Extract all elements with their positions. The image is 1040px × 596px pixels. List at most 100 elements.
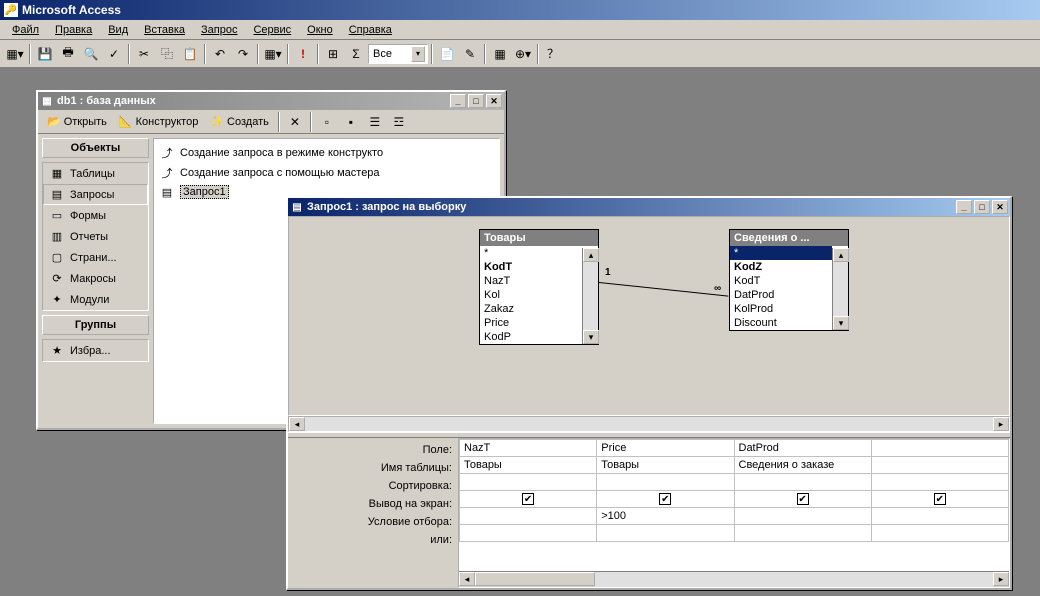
properties-button[interactable]: 📄 [436, 43, 458, 65]
groups-header[interactable]: Группы [42, 315, 149, 335]
scroll-up-icon[interactable]: ▴ [833, 248, 849, 262]
design-button[interactable]: 📐Конструктор [114, 112, 203, 131]
show-checkbox[interactable]: ✔ [522, 493, 534, 505]
menu-file[interactable]: Файл [6, 22, 45, 38]
grid-cell[interactable]: ✔ [597, 491, 734, 508]
grid-cell[interactable] [871, 457, 1008, 474]
field-item[interactable]: Zakaz [480, 302, 582, 316]
show-checkbox[interactable]: ✔ [797, 493, 809, 505]
query-type-button[interactable]: ▦▾ [262, 43, 284, 65]
save-button[interactable]: 💾 [34, 43, 56, 65]
sidebar-item-pages[interactable]: ▢Страни... [43, 247, 148, 268]
details-view-button[interactable]: ☲ [388, 111, 410, 133]
field-item[interactable]: * [480, 246, 582, 260]
sidebar-item-forms[interactable]: ▭Формы [43, 205, 148, 226]
grid-cell[interactable] [460, 508, 597, 525]
scroll-right-icon[interactable]: ▸ [993, 572, 1009, 586]
table-diagram-pane[interactable]: Товары * KodT NazT Kol Zakaz Price KodP … [288, 216, 1010, 416]
grid-cell[interactable]: NazT [460, 440, 597, 457]
grid-cell[interactable] [597, 525, 734, 542]
sidebar-item-favorites[interactable]: ★Избра... [43, 340, 148, 361]
small-icons-button[interactable]: ▪ [340, 111, 362, 133]
grid-cell[interactable] [871, 440, 1008, 457]
grid-cell[interactable]: ✔ [734, 491, 871, 508]
grid-cell[interactable] [871, 474, 1008, 491]
grid-cell[interactable] [734, 474, 871, 491]
field-item[interactable]: * [730, 246, 832, 260]
run-button[interactable]: ! [292, 43, 314, 65]
new-object-button[interactable]: ⊕▾ [512, 43, 534, 65]
field-item[interactable]: DatProd [730, 288, 832, 302]
sidebar-item-tables[interactable]: ▦Таблицы [43, 163, 148, 184]
undo-button[interactable]: ↶ [209, 43, 231, 65]
menu-tools[interactable]: Сервис [247, 22, 297, 38]
field-item[interactable]: NazT [480, 274, 582, 288]
scrollbar-horizontal[interactable]: ◂ ▸ [459, 571, 1009, 587]
scroll-up-icon[interactable]: ▴ [583, 248, 599, 262]
scrollbar-horizontal[interactable]: ◂ ▸ [288, 416, 1010, 432]
spelling-button[interactable]: ✓ [103, 43, 125, 65]
redo-button[interactable]: ↷ [232, 43, 254, 65]
sidebar-item-queries[interactable]: ▤Запросы [43, 184, 148, 205]
cut-button[interactable]: ✂ [133, 43, 155, 65]
menu-query[interactable]: Запрос [195, 22, 243, 38]
grid-cell[interactable]: Сведения о заказе [734, 457, 871, 474]
close-button[interactable]: ✕ [992, 200, 1008, 214]
scroll-left-icon[interactable]: ◂ [289, 417, 305, 431]
grid-cell[interactable] [734, 508, 871, 525]
print-preview-button[interactable]: 🔍 [80, 43, 102, 65]
query-window-titlebar[interactable]: ▤ Запрос1 : запрос на выборку _ □ ✕ [288, 198, 1010, 216]
show-table-button[interactable]: ⊞ [322, 43, 344, 65]
grid-cell[interactable]: Price [597, 440, 734, 457]
grid-cell[interactable] [871, 508, 1008, 525]
maximize-button[interactable]: □ [974, 200, 990, 214]
scroll-right-icon[interactable]: ▸ [993, 417, 1009, 431]
grid-cell[interactable]: Товары [460, 457, 597, 474]
scrollbar-vertical[interactable]: ▴ ▾ [832, 248, 848, 330]
design-grid[interactable]: NazT Price DatProd Товары Товары Сведени… [458, 438, 1010, 588]
list-item[interactable]: ⤴Создание запроса с помощью мастера [158, 163, 495, 183]
sidebar-item-macros[interactable]: ⟳Макросы [43, 268, 148, 289]
table-header[interactable]: Товары [480, 230, 598, 246]
grid-cell[interactable] [597, 474, 734, 491]
grid-cell[interactable]: Товары [597, 457, 734, 474]
scrollbar-vertical[interactable]: ▴ ▾ [582, 248, 598, 344]
field-item[interactable]: KodP [480, 330, 582, 344]
field-item[interactable]: KodZ [730, 260, 832, 274]
menu-window[interactable]: Окно [301, 22, 339, 38]
print-button[interactable]: 🖶 [57, 43, 79, 65]
relationship-line[interactable] [599, 282, 728, 297]
field-item[interactable]: KolProd [730, 302, 832, 316]
menu-insert[interactable]: Вставка [138, 22, 191, 38]
table-box-svedeniya[interactable]: Сведения о ... * KodZ KodT DatProd KolPr… [729, 229, 849, 331]
scroll-thumb[interactable] [475, 572, 595, 586]
table-box-tovary[interactable]: Товары * KodT NazT Kol Zakaz Price KodP … [479, 229, 599, 345]
help-button[interactable]: ？ [542, 43, 564, 65]
grid-cell[interactable] [460, 474, 597, 491]
show-checkbox[interactable]: ✔ [934, 493, 946, 505]
build-button[interactable]: ✎ [459, 43, 481, 65]
grid-cell[interactable]: ✔ [871, 491, 1008, 508]
menu-edit[interactable]: Правка [49, 22, 98, 38]
grid-cell[interactable] [871, 525, 1008, 542]
scroll-down-icon[interactable]: ▾ [833, 316, 849, 330]
delete-button[interactable]: ✕ [284, 111, 306, 133]
totals-button[interactable]: Σ [345, 43, 367, 65]
field-item[interactable]: KodT [480, 260, 582, 274]
menu-view[interactable]: Вид [102, 22, 134, 38]
view-dropdown-button[interactable]: ▦▾ [4, 43, 26, 65]
field-item[interactable]: Kol [480, 288, 582, 302]
scroll-down-icon[interactable]: ▾ [583, 330, 599, 344]
list-view-button[interactable]: ☰ [364, 111, 386, 133]
database-window-titlebar[interactable]: ▦ db1 : база данных _ □ ✕ [38, 92, 504, 110]
field-item[interactable]: Discount [730, 316, 832, 330]
close-button[interactable]: ✕ [486, 94, 502, 108]
maximize-button[interactable]: □ [468, 94, 484, 108]
objects-header[interactable]: Объекты [42, 138, 149, 158]
scroll-left-icon[interactable]: ◂ [459, 572, 475, 586]
minimize-button[interactable]: _ [956, 200, 972, 214]
table-header[interactable]: Сведения о ... [730, 230, 848, 246]
minimize-button[interactable]: _ [450, 94, 466, 108]
grid-cell[interactable]: DatProd [734, 440, 871, 457]
open-button[interactable]: 📂Открыть [42, 112, 112, 131]
